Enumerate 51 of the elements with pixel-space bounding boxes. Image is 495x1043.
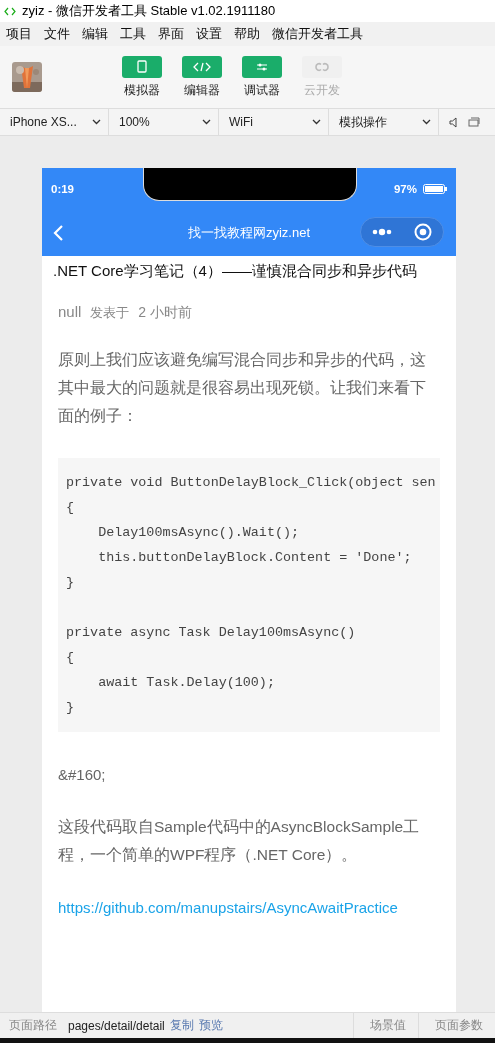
window-icon[interactable] (468, 117, 480, 127)
code-line: } (66, 699, 75, 717)
window-title: zyiz - 微信开发者工具 Stable v1.02.1911180 (22, 2, 276, 20)
more-icon[interactable] (372, 228, 392, 236)
chevron-icon (312, 119, 321, 125)
code-line: this.buttonDelayBlock.Content = 'Done'; (97, 549, 412, 567)
dropdown[interactable]: 模拟操作 (329, 109, 439, 135)
status-time: 0:19 (51, 183, 75, 195)
dropdown[interactable]: WiFi (219, 109, 329, 135)
page-path: pages/detail/detail (68, 1018, 165, 1033)
menu-item[interactable]: 帮助 (234, 25, 265, 43)
posted-time: 2 小时前 (138, 304, 193, 322)
code-line: Delay100msAsync().Wait(); (97, 524, 300, 542)
menu-item[interactable]: 编辑 (82, 25, 113, 43)
path-label: 页面路径 (9, 1017, 57, 1034)
code-line: await Task.Delay(100); (97, 674, 275, 692)
speaker-icon[interactable] (449, 116, 458, 128)
path-action-link[interactable]: 预览 (198, 1017, 223, 1034)
battery-icon (423, 184, 447, 194)
menu-item[interactable]: 设置 (196, 25, 227, 43)
entity-text: &#160; (58, 766, 107, 783)
back-icon[interactable] (52, 224, 64, 242)
code-line: { (66, 499, 75, 517)
menu-item[interactable]: 工具 (120, 25, 151, 43)
menu-item[interactable]: 微信开发者工具 (272, 25, 368, 43)
posted-label: 发表于 (90, 304, 130, 322)
phone-icon (137, 60, 147, 73)
page-title: 找一找教程网zyiz.net (187, 225, 311, 240)
code-line: private void ButtonDelayBlock_Click(object sen (66, 474, 436, 492)
menu-item[interactable]: 文件 (44, 25, 75, 43)
code-line: } (66, 574, 75, 592)
article-paragraph: 这段代码取自Sample代码中的AsyncBlockSample工程，一个简单的WPF程序（.NET Core）。 (58, 817, 421, 865)
battery-percent: 97% (393, 183, 417, 195)
dropdown[interactable]: 100% (109, 109, 219, 135)
article-paragraph: 原则上我们应该避免编写混合同步和异步的代码，这其中最大的问题就是很容易出现死锁。让我们来看下面的例子： (58, 350, 427, 426)
menu-item[interactable]: 界面 (158, 25, 189, 43)
sliders-icon (256, 61, 268, 72)
article-title: .NET Core学习笔记（4）——谨慎混合同步和异步代码 (53, 262, 418, 281)
link-icon (314, 60, 330, 73)
close-icon[interactable] (414, 223, 432, 241)
chevron-icon (92, 119, 101, 125)
app-logo-icon (4, 6, 16, 16)
chevron-icon (422, 119, 431, 125)
code-icon (193, 61, 211, 72)
code-line: private async Task Delay100msAsync() (66, 624, 356, 642)
author-name: null (58, 303, 82, 320)
code-line: { (66, 649, 75, 667)
path-action-link[interactable]: 复制 (169, 1017, 194, 1034)
dropdown[interactable]: iPhone XS... (0, 109, 109, 135)
menu-item[interactable]: 项目 (6, 25, 37, 43)
chevron-icon (202, 119, 211, 125)
